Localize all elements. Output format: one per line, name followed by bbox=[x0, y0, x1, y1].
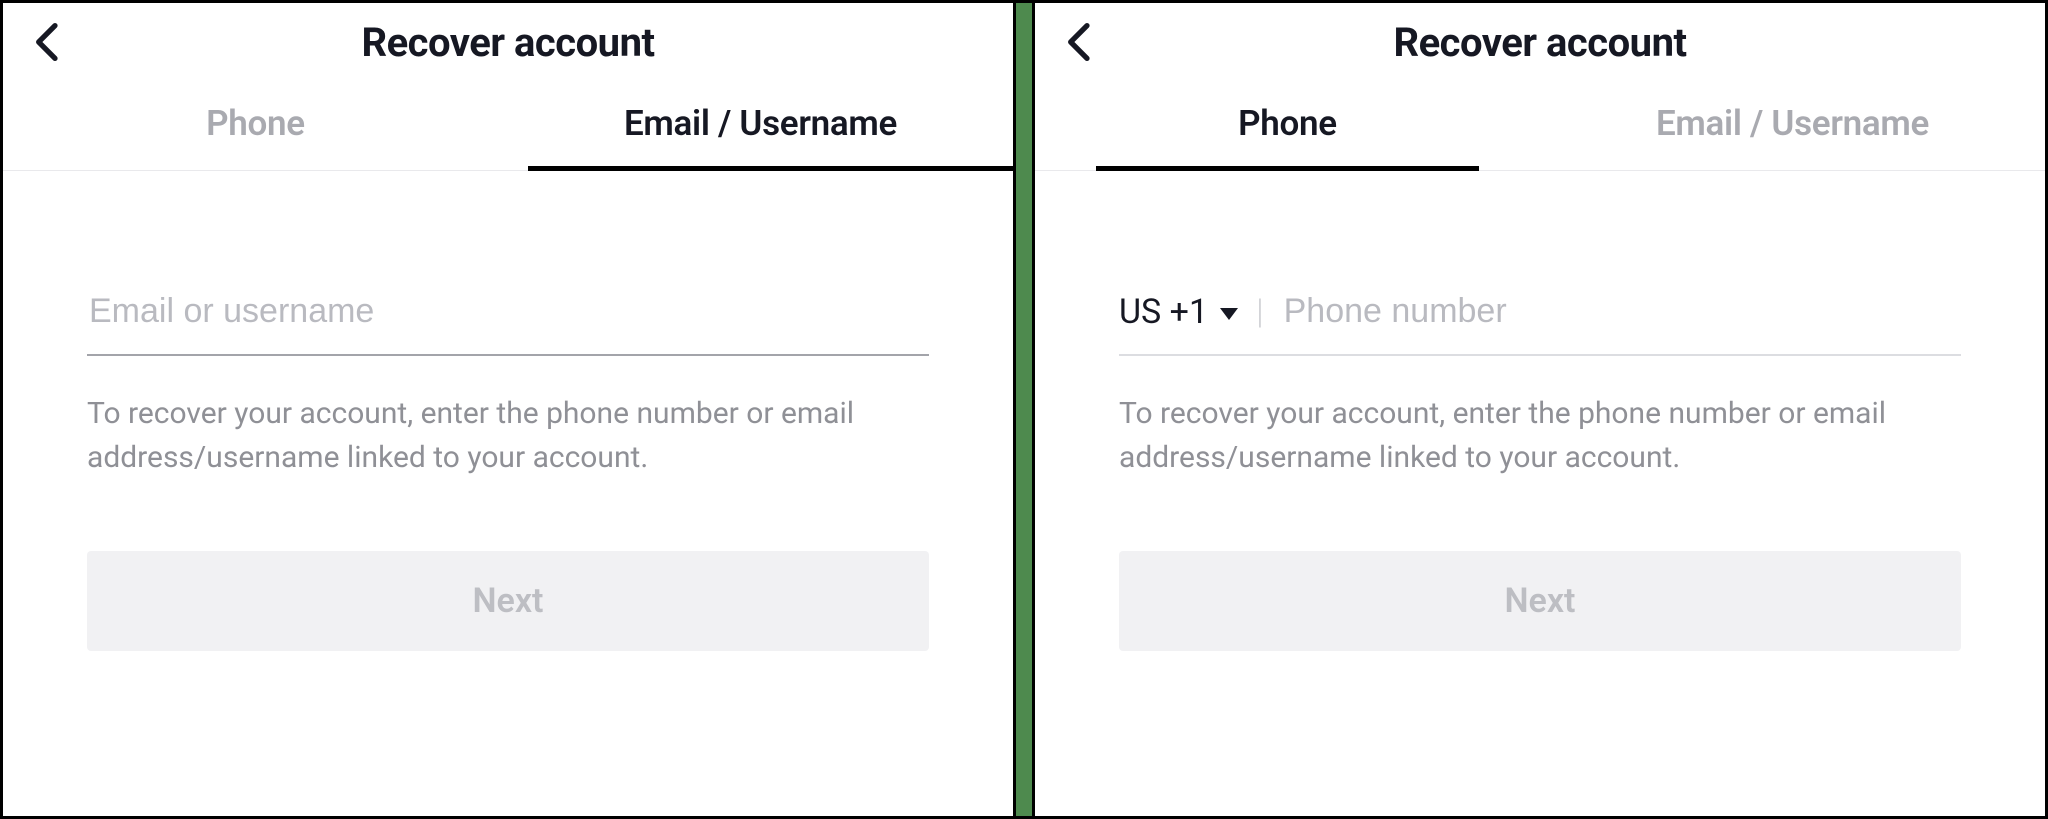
recover-panel-email: Recover account Phone Email / Username T… bbox=[0, 0, 1016, 819]
next-button[interactable]: Next bbox=[1119, 551, 1961, 651]
tab-email-username[interactable]: Email / Username bbox=[508, 91, 1013, 170]
phone-number-input[interactable] bbox=[1282, 291, 1961, 332]
tab-email-username[interactable]: Email / Username bbox=[1540, 91, 2045, 170]
page-title: Recover account bbox=[1055, 19, 2025, 66]
country-code-selector[interactable]: US +1 bbox=[1119, 292, 1238, 332]
form-body: To recover your account, enter the phone… bbox=[3, 171, 1013, 651]
email-username-input[interactable] bbox=[87, 291, 929, 332]
panel-divider bbox=[1016, 0, 1032, 819]
recover-panel-phone: Recover account Phone Email / Username U… bbox=[1032, 0, 2048, 819]
next-button[interactable]: Next bbox=[87, 551, 929, 651]
form-body: US +1 | To recover your account, enter t… bbox=[1035, 171, 2045, 651]
header: Recover account bbox=[1035, 3, 2045, 91]
page-title: Recover account bbox=[23, 19, 993, 66]
tabs: Phone Email / Username bbox=[3, 91, 1013, 171]
tab-phone[interactable]: Phone bbox=[1035, 91, 1540, 170]
tabs: Phone Email / Username bbox=[1035, 91, 2045, 171]
country-code-label: US +1 bbox=[1119, 292, 1208, 332]
caret-down-icon bbox=[1220, 308, 1238, 320]
header: Recover account bbox=[3, 3, 1013, 91]
field-separator: | bbox=[1238, 292, 1282, 332]
helper-text: To recover your account, enter the phone… bbox=[1119, 392, 1961, 479]
helper-text: To recover your account, enter the phone… bbox=[87, 392, 929, 479]
tab-phone[interactable]: Phone bbox=[3, 91, 508, 170]
email-username-field-wrap bbox=[87, 281, 929, 356]
phone-field-wrap: US +1 | bbox=[1119, 281, 1961, 356]
